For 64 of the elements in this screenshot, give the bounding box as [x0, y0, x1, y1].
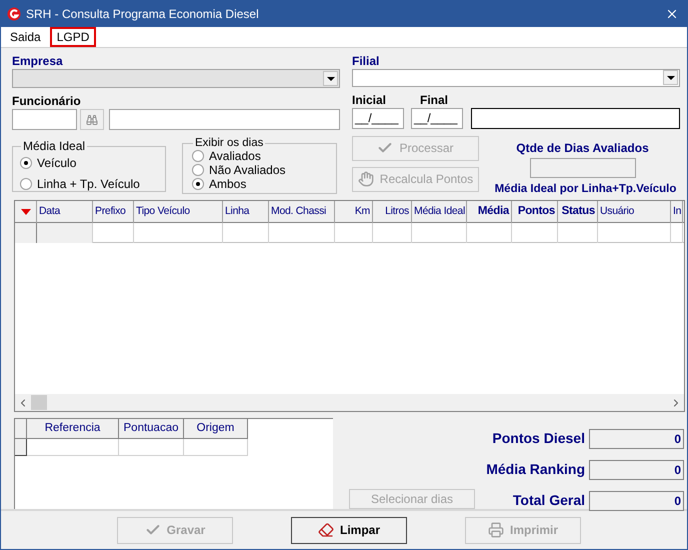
note-label: Média Ideal por Linha+Tp.Veículo — [494, 182, 676, 197]
text-field[interactable] — [471, 108, 680, 129]
total-label: Média Ranking — [486, 460, 585, 479]
printer-icon — [488, 522, 504, 538]
window-title: SRH - Consulta Programa Economia Diesel — [26, 6, 260, 23]
group-title: Exibir os dias — [194, 137, 264, 149]
column-header[interactable]: Litros — [373, 201, 412, 223]
radio-label: Veículo — [37, 156, 76, 170]
scrollbar-thumb[interactable] — [31, 395, 47, 410]
horizontal-scrollbar[interactable] — [15, 394, 684, 411]
column-header[interactable]: Km — [335, 201, 373, 223]
menu-item[interactable]: LGPD — [50, 27, 96, 47]
field-label: Final — [420, 92, 448, 107]
start-date-field[interactable]: __/____ — [352, 108, 404, 129]
employee-code-field[interactable] — [12, 109, 77, 130]
column-header[interactable]: Linha — [223, 201, 269, 223]
radio-button[interactable] — [20, 157, 32, 169]
field-label: Funcionário — [12, 94, 82, 108]
button[interactable]: Limpar — [291, 516, 407, 544]
total-field: 0 — [589, 490, 684, 510]
column-header[interactable]: Origem — [184, 419, 248, 439]
radio-button[interactable] — [192, 178, 204, 190]
close-icon[interactable] — [665, 7, 679, 21]
total-field: 0 — [589, 428, 684, 448]
table-cell — [184, 439, 248, 456]
radio-button[interactable] — [192, 164, 204, 176]
column-header[interactable]: Usuário — [598, 201, 671, 223]
field-label: Empresa — [12, 54, 64, 68]
radio-button[interactable] — [192, 150, 204, 162]
column-header[interactable]: Média — [467, 201, 512, 223]
eraser-icon — [318, 522, 334, 538]
radio-label: Avaliados — [209, 149, 261, 163]
total-label: Pontos Diesel — [492, 429, 585, 448]
row-header-cell — [15, 439, 27, 456]
branch-dropdown[interactable] — [352, 69, 680, 87]
days-evaluated-field[interactable] — [530, 158, 636, 178]
sort-arrow-icon — [20, 209, 30, 215]
app-logo-icon — [7, 7, 21, 21]
column-header[interactable]: Pontuacao — [119, 419, 184, 439]
column-header[interactable]: Referencia — [27, 419, 119, 439]
column-header[interactable]: Status — [558, 201, 598, 223]
days-evaluated-label: Qtde de Dias Avaliados — [516, 140, 649, 157]
radio-label: Linha + Tp. Veículo — [37, 177, 140, 191]
column-header[interactable]: Tipo Veículo — [134, 201, 223, 223]
end-date-field[interactable]: __/____ — [411, 108, 463, 129]
total-field: 0 — [589, 460, 684, 480]
menu-item[interactable]: Saida — [3, 27, 48, 47]
radio-label: Ambos — [209, 177, 246, 191]
column-header[interactable]: Mod. Chassi — [269, 201, 335, 223]
radio-button[interactable] — [20, 178, 32, 190]
column-header[interactable]: Pontos — [512, 201, 558, 223]
column-header[interactable]: Prefixo — [93, 201, 134, 223]
total-label: Total Geral — [512, 491, 585, 510]
employee-name-field[interactable] — [109, 109, 340, 130]
column-header[interactable]: Média Ideal — [412, 201, 467, 223]
radio-label: Não Avaliados — [209, 163, 286, 177]
field-label: Inicial — [352, 92, 388, 107]
column-header[interactable]: In — [671, 201, 683, 223]
field-label: Filial — [352, 54, 380, 68]
search-button[interactable] — [80, 109, 104, 130]
group-title: Média Ideal — [22, 138, 86, 155]
table-cell — [119, 439, 184, 456]
hand-icon — [358, 171, 374, 188]
binoculars-icon — [86, 114, 98, 126]
